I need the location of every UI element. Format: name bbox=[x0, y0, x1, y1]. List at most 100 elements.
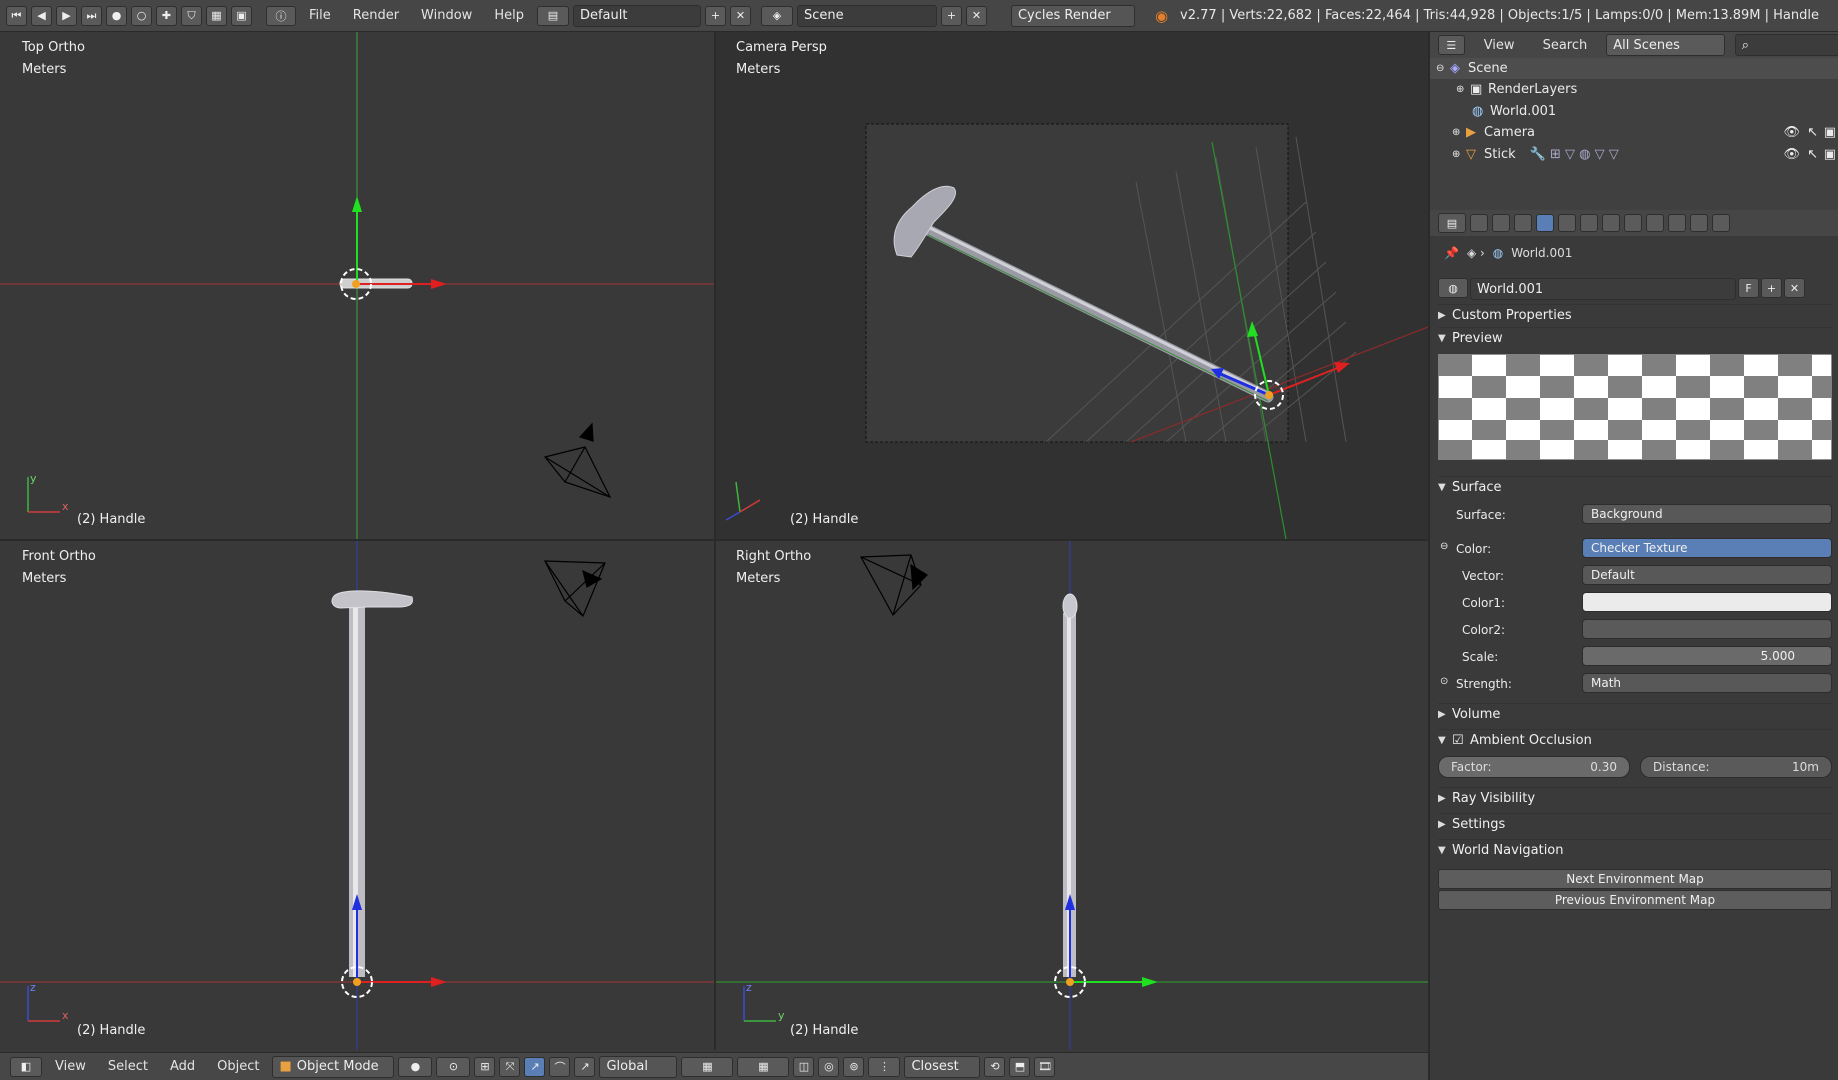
outliner-filter-select[interactable]: All Scenes bbox=[1606, 34, 1725, 56]
layout-selector-icon[interactable]: ▤ bbox=[536, 5, 569, 26]
editor-type-icon[interactable]: ◧ bbox=[10, 1056, 42, 1077]
scale-icon[interactable]: ⌒ bbox=[549, 1056, 571, 1077]
scene-field[interactable]: Scene bbox=[796, 4, 937, 27]
collapse-icon[interactable]: ⊖ bbox=[1436, 63, 1450, 74]
render-preview-icon[interactable]: ⬒ bbox=[1009, 1056, 1031, 1077]
panel-ambient-occlusion[interactable]: ▼ ☑ Ambient Occlusion bbox=[1438, 729, 1832, 751]
panel-preview[interactable]: ▼ Preview bbox=[1438, 327, 1832, 349]
fake-user-button[interactable]: F bbox=[1738, 278, 1759, 298]
manipulator-toggle-icon[interactable]: ⊞ bbox=[474, 1056, 496, 1077]
scene-tab-icon[interactable] bbox=[1514, 214, 1532, 232]
jump-start-icon[interactable]: ⏮ bbox=[6, 5, 27, 26]
menu-view[interactable]: View bbox=[46, 1059, 95, 1074]
info-editor-icon[interactable]: ⓘ bbox=[266, 5, 296, 26]
color2-swatch[interactable] bbox=[1582, 619, 1832, 639]
expand-icon[interactable]: ⊕ bbox=[1452, 127, 1466, 138]
checker-icon[interactable]: ▦ bbox=[206, 5, 227, 26]
previous-environment-map-button[interactable]: Previous Environment Map bbox=[1438, 890, 1832, 910]
next-environment-map-button[interactable]: Next Environment Map bbox=[1438, 869, 1832, 889]
layers-a-icon[interactable]: ▦ bbox=[681, 1056, 734, 1077]
texture-tab-icon[interactable] bbox=[1668, 214, 1686, 232]
ao-factor-slider[interactable]: Factor: 0.30 bbox=[1438, 756, 1630, 778]
socket-toggle-icon[interactable]: ⊙ bbox=[1440, 676, 1448, 687]
strength-select[interactable]: Math bbox=[1582, 673, 1832, 693]
panel-settings[interactable]: ▶ Settings bbox=[1438, 813, 1832, 835]
snap-element-icon[interactable]: ⋮ bbox=[868, 1056, 901, 1077]
menu-help[interactable]: Help bbox=[485, 8, 533, 23]
world-name-field[interactable]: World.001 bbox=[1470, 278, 1736, 300]
outliner-row-camera[interactable]: ⊕ ▶ Camera 👁 ↖ ▣ bbox=[1430, 122, 1838, 143]
render-engine-select[interactable]: Cycles Render bbox=[1010, 4, 1135, 27]
menu-object[interactable]: Object bbox=[208, 1059, 268, 1074]
outliner-row-scene[interactable]: ⊖ ◈ Scene bbox=[1430, 58, 1838, 79]
screen-layout-field[interactable]: Default bbox=[572, 4, 701, 27]
layers-b-icon[interactable]: ▦ bbox=[737, 1056, 790, 1077]
transform-icon[interactable]: ↗ bbox=[574, 1056, 596, 1077]
viewport-camera-persp[interactable]: Camera Persp Meters (2) Handle bbox=[716, 32, 1428, 539]
constraints-tab-icon[interactable] bbox=[1580, 214, 1598, 232]
outliner-search-input[interactable]: ⌕ bbox=[1734, 34, 1838, 56]
properties-editor-icon[interactable]: ▤ bbox=[1438, 213, 1466, 233]
data-tab-icon[interactable] bbox=[1624, 214, 1642, 232]
add-scene-icon[interactable]: + bbox=[940, 5, 962, 26]
outliner-editor-icon[interactable]: ☰ bbox=[1438, 35, 1465, 55]
remove-scene-icon[interactable]: ✕ bbox=[965, 5, 987, 26]
expand-icon[interactable]: ⊕ bbox=[1456, 84, 1470, 95]
modifiers-tab-icon[interactable] bbox=[1602, 214, 1620, 232]
proportional-icon[interactable]: ◎ bbox=[818, 1056, 840, 1077]
outliner-row-stick[interactable]: ⊕ ▽ Stick 🔧 ⊞ ▽ ◍ ▽ ▽ 👁 ↖ ▣ bbox=[1430, 144, 1838, 165]
ao-distance-field[interactable]: Distance: 10m bbox=[1640, 756, 1832, 778]
jump-end-icon[interactable]: ⏭ bbox=[81, 5, 102, 26]
render-camera-icon[interactable]: ▣ bbox=[1824, 147, 1836, 162]
scale-slider[interactable]: 5.000 bbox=[1582, 646, 1832, 666]
play-reverse-icon[interactable]: ◀ bbox=[31, 5, 52, 26]
mode-select[interactable]: ■ Object Mode bbox=[272, 1055, 395, 1078]
render-icon[interactable]: ▣ bbox=[231, 5, 252, 26]
key-add-icon[interactable]: ✚ bbox=[156, 5, 177, 26]
menu-render[interactable]: Render bbox=[344, 8, 408, 23]
pivot-icon[interactable]: ⊙ bbox=[436, 1056, 471, 1077]
orientation-select[interactable]: Global bbox=[599, 1055, 678, 1078]
physics-tab-icon[interactable] bbox=[1712, 214, 1730, 232]
snap-toggle-icon[interactable]: ⊚ bbox=[843, 1056, 865, 1077]
shield-icon[interactable]: ⛉ bbox=[181, 5, 202, 26]
select-arrow-icon[interactable]: ↖ bbox=[1807, 147, 1818, 162]
outliner-menu-search[interactable]: Search bbox=[1534, 38, 1597, 53]
record-icon[interactable]: ● bbox=[106, 5, 127, 26]
expand-icon[interactable]: ⊕ bbox=[1452, 149, 1466, 160]
select-arrow-icon[interactable]: ↖ bbox=[1807, 125, 1818, 140]
panel-world-navigation[interactable]: ▼ World Navigation bbox=[1438, 839, 1832, 861]
snap-align-icon[interactable]: ⟲ bbox=[984, 1056, 1006, 1077]
outliner-row-world[interactable]: ◍ World.001 bbox=[1430, 101, 1838, 122]
shading-icon[interactable]: ● bbox=[398, 1056, 433, 1077]
menu-file[interactable]: File bbox=[300, 8, 340, 23]
panel-volume[interactable]: ▶ Volume bbox=[1438, 703, 1832, 725]
viewport-right-ortho[interactable]: Right Ortho Meters z y (2) Handle bbox=[716, 541, 1428, 1050]
viewport-divider-vertical[interactable] bbox=[714, 32, 716, 1050]
vector-select[interactable]: Default bbox=[1582, 565, 1832, 585]
panel-ray-visibility[interactable]: ▶ Ray Visibility bbox=[1438, 787, 1832, 809]
world-tab-icon[interactable] bbox=[1536, 214, 1554, 232]
color1-swatch[interactable] bbox=[1582, 592, 1832, 612]
viewport-front-ortho[interactable]: Front Ortho Meters z x (2) Handle bbox=[0, 541, 714, 1050]
remove-layout-icon[interactable]: ✕ bbox=[729, 5, 751, 26]
lock-camera-icon[interactable]: ◫ bbox=[793, 1056, 815, 1077]
particles-tab-icon[interactable] bbox=[1690, 214, 1708, 232]
color-input-select[interactable]: Checker Texture bbox=[1582, 538, 1832, 558]
material-tab-icon[interactable] bbox=[1646, 214, 1664, 232]
viewport-top-ortho[interactable]: Top Ortho Meters y x (2) Handle bbox=[0, 32, 714, 539]
menu-select[interactable]: Select bbox=[99, 1059, 157, 1074]
new-world-icon[interactable]: + bbox=[1761, 278, 1782, 298]
object-tab-icon[interactable] bbox=[1558, 214, 1576, 232]
panel-surface[interactable]: ▼ Surface bbox=[1438, 476, 1832, 498]
panel-custom-properties[interactable]: ▶ Custom Properties bbox=[1438, 304, 1832, 326]
translate-icon[interactable]: ⤧ bbox=[499, 1056, 521, 1077]
keying-icon[interactable]: ○ bbox=[131, 5, 152, 26]
surface-shader-select[interactable]: Background bbox=[1582, 504, 1832, 524]
pin-icon[interactable]: 📌 bbox=[1444, 246, 1459, 260]
outliner-menu-view[interactable]: View bbox=[1475, 38, 1524, 53]
viewport-divider-horizontal[interactable] bbox=[0, 539, 1428, 541]
scene-selector-icon[interactable]: ◈ bbox=[760, 5, 793, 26]
render-anim-icon[interactable]: 🎞 bbox=[1034, 1056, 1056, 1077]
world-browse-icon[interactable]: ◍ bbox=[1438, 278, 1468, 298]
